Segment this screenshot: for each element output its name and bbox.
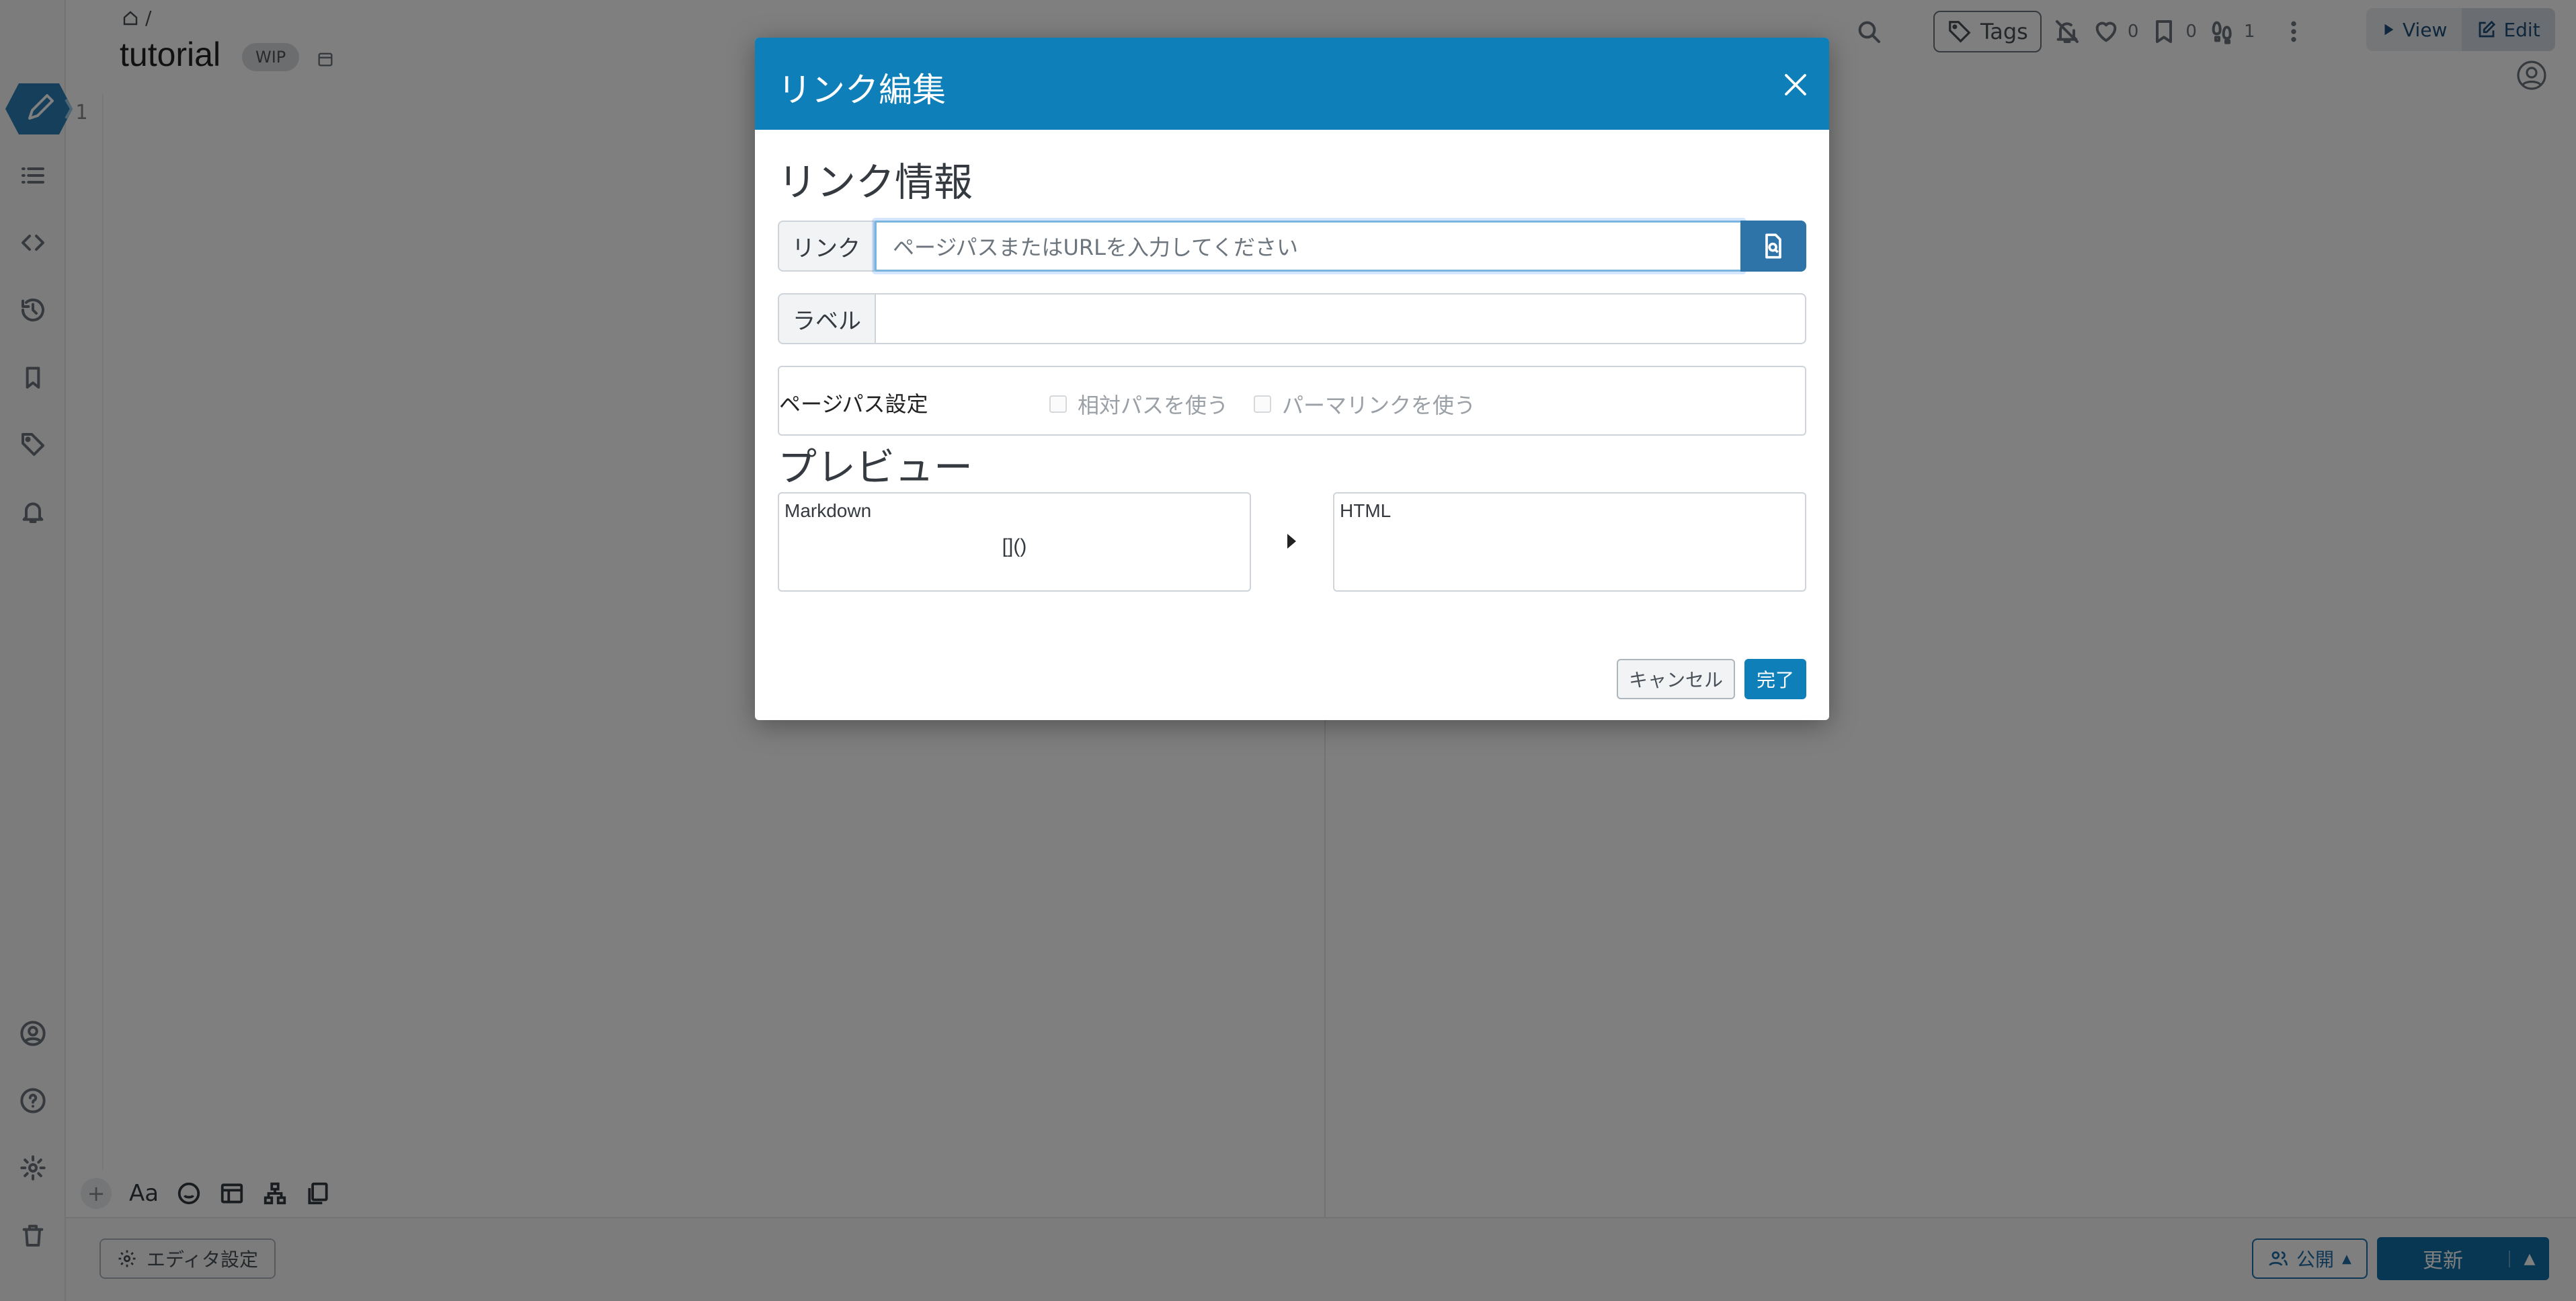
markdown-preview: Markdown []() <box>778 492 1251 592</box>
arrow-right-icon <box>1287 534 1296 549</box>
permalink-checkbox[interactable]: パーマリンクを使う <box>1254 389 1476 420</box>
markdown-value: []() <box>1002 535 1027 557</box>
permalink-label: パーマリンクを使う <box>1282 393 1476 418</box>
section-preview: プレビュー <box>778 444 973 490</box>
relative-path-label: 相対パスを使う <box>1078 393 1229 418</box>
html-caption: HTML <box>1340 500 1392 521</box>
checkbox-box <box>1049 395 1067 413</box>
link-field-label: リンク <box>778 221 875 272</box>
file-search-icon <box>1765 233 1781 259</box>
link-edit-modal: リンク編集 リンク情報 リンク ページパスまたはURLを入力してください ラベル… <box>755 38 1829 720</box>
checkbox-box <box>1254 395 1271 413</box>
relative-path-checkbox[interactable]: 相対パスを使う <box>1049 389 1228 420</box>
label-field-label: ラベル <box>778 293 876 344</box>
markdown-caption: Markdown <box>784 500 872 521</box>
modal-header: リンク編集 <box>755 38 1829 130</box>
html-preview: HTML <box>1333 492 1806 592</box>
close-icon[interactable] <box>1777 66 1814 104</box>
label-input[interactable] <box>875 293 1806 344</box>
link-input-placeholder: ページパスまたはURLを入力してください <box>893 235 1299 260</box>
link-input[interactable]: ページパスまたはURLを入力してください <box>875 221 1744 272</box>
cancel-button[interactable]: キャンセル <box>1617 659 1736 699</box>
pagepath-label: ページパス設定 <box>779 391 928 417</box>
browse-page-button[interactable] <box>1740 221 1806 272</box>
pagepath-settings: ページパス設定 相対パスを使う パーマリンクを使う <box>778 366 1806 436</box>
modal-title: リンク編集 <box>778 71 946 110</box>
done-button[interactable]: 完了 <box>1744 659 1807 699</box>
section-link-info: リンク情報 <box>778 159 973 205</box>
